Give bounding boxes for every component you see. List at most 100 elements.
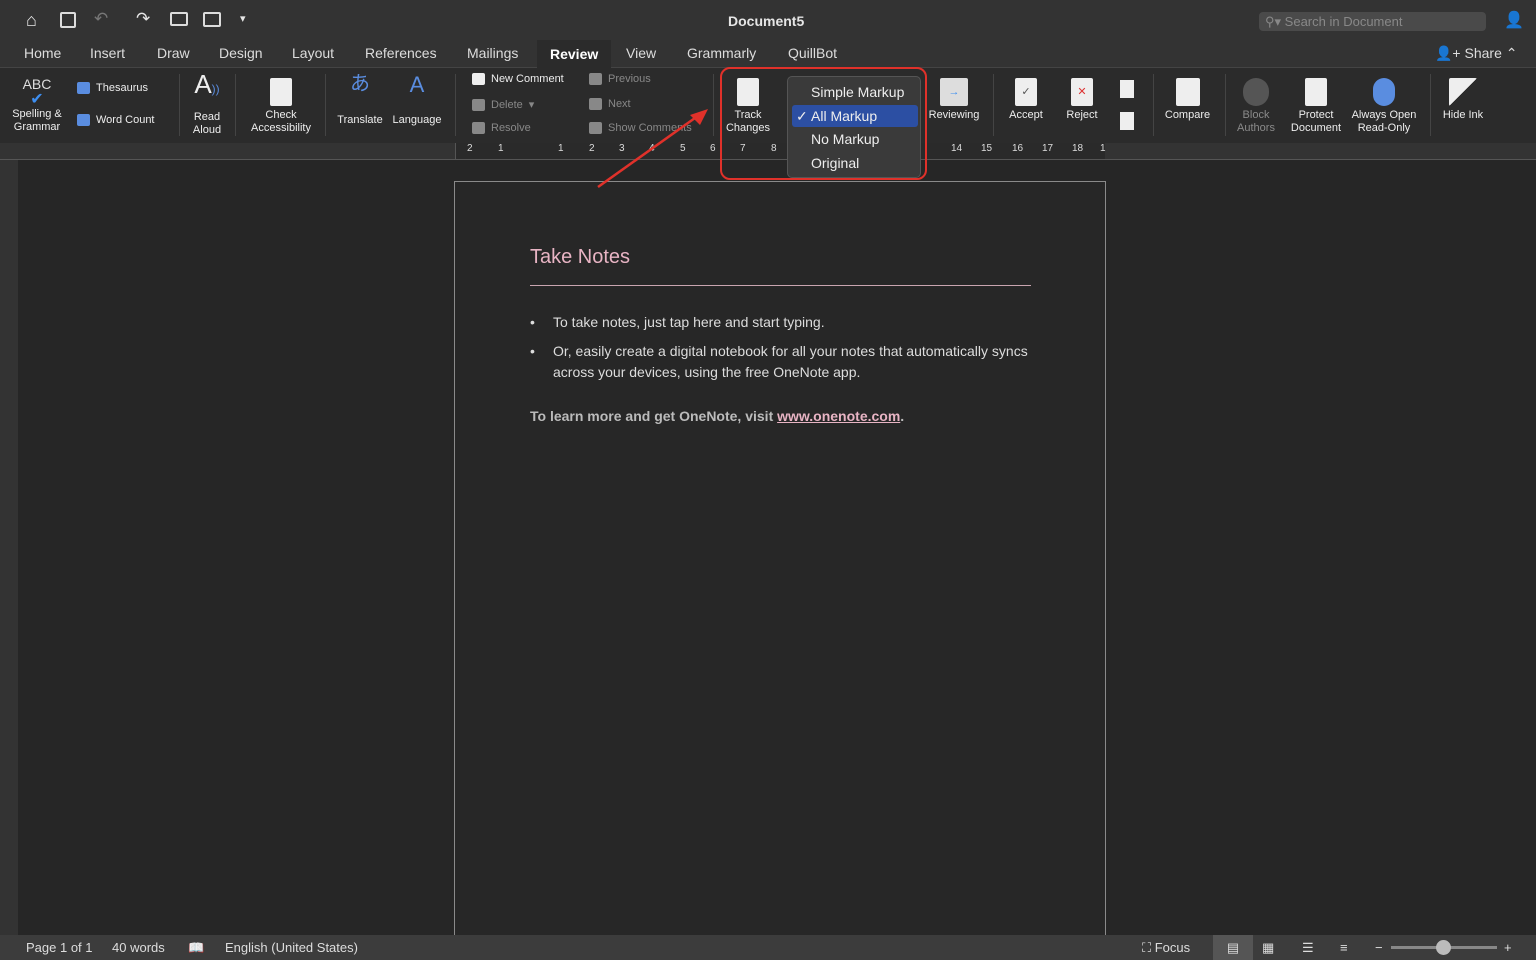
search-input[interactable]: ⚲▾ Search in Document xyxy=(1259,12,1486,31)
document-title: Document5 xyxy=(728,13,805,29)
document-page[interactable]: Take Notes • To take notes, just tap here… xyxy=(454,181,1106,941)
label: Block xyxy=(1242,109,1270,121)
resolve-button[interactable]: Resolve xyxy=(472,122,531,134)
onenote-link[interactable]: www.onenote.com xyxy=(777,408,900,424)
reject-icon: ✕ xyxy=(1071,78,1093,106)
previous-change-icon[interactable] xyxy=(1120,80,1134,98)
ruler-tick-label: 18 xyxy=(1072,143,1084,154)
label: Always Open xyxy=(1351,109,1417,121)
previous-icon xyxy=(589,73,602,85)
ruler-tick-label: 14 xyxy=(951,143,963,154)
divider xyxy=(455,74,456,136)
edit-icon[interactable] xyxy=(203,12,221,27)
ruler-tick-label: 16 xyxy=(1012,143,1024,154)
label: Read-Only xyxy=(1357,122,1411,134)
label: Spelling & xyxy=(12,108,62,120)
bullet-text: Or, easily create a digital notebook for… xyxy=(553,343,1028,380)
menu-item-simple-markup[interactable]: Simple Markup xyxy=(792,81,918,103)
tab-grammarly[interactable]: Grammarly xyxy=(687,45,756,61)
web-layout-icon[interactable]: ▦ xyxy=(1262,940,1274,956)
divider xyxy=(179,74,180,136)
label: Focus xyxy=(1154,940,1191,955)
arrow-annotation xyxy=(597,109,708,189)
redo-icon[interactable]: ↷ xyxy=(136,9,150,29)
read-only-icon xyxy=(1373,78,1395,106)
zoom-out-button[interactable]: − xyxy=(1375,940,1383,955)
previous-comment-button[interactable]: Previous xyxy=(589,73,651,85)
status-bar: Page 1 of 1 40 words 📖 English (United S… xyxy=(0,935,1536,960)
divider xyxy=(235,74,236,136)
reject-button[interactable]: ✕ Reject xyxy=(1060,78,1104,122)
zoom-in-button[interactable]: + xyxy=(1504,940,1512,955)
save-icon[interactable] xyxy=(60,12,76,28)
language-status[interactable]: English (United States) xyxy=(225,940,358,955)
divider xyxy=(993,74,994,136)
tab-layout[interactable]: Layout xyxy=(292,45,334,61)
menu-item-all-markup[interactable]: ✓ All Markup xyxy=(792,105,918,127)
share-button[interactable]: 👤+ Share ⌃ xyxy=(1435,45,1517,62)
home-icon[interactable]: ⌂ xyxy=(26,10,37,31)
language-button[interactable]: A Language xyxy=(390,74,444,127)
tab-review[interactable]: Review xyxy=(537,40,612,68)
zoom-slider[interactable] xyxy=(1391,940,1497,955)
divider xyxy=(325,74,326,136)
new-comment-button[interactable]: New Comment xyxy=(472,73,564,85)
thesaurus-icon xyxy=(77,82,90,94)
vertical-ruler[interactable] xyxy=(0,160,18,935)
tab-references[interactable]: References xyxy=(365,45,437,61)
profile-icon[interactable]: 👤 xyxy=(1504,10,1524,30)
read-aloud-button[interactable]: A)) Read Aloud xyxy=(186,69,228,137)
reviewing-button[interactable]: → Reviewing xyxy=(924,78,984,122)
menu-item-original[interactable]: Original xyxy=(792,152,918,174)
spelling-grammar-button[interactable]: ABC ✔ Spelling & Grammar xyxy=(6,77,68,134)
next-change-icon[interactable] xyxy=(1120,112,1134,130)
print-icon[interactable] xyxy=(170,12,188,26)
label: Compare xyxy=(1164,109,1211,121)
accept-button[interactable]: ✓ Accept xyxy=(1003,78,1049,122)
customize-toolbar-icon[interactable]: ▾ xyxy=(240,12,246,25)
tab-mailings[interactable]: Mailings xyxy=(467,45,518,61)
divider xyxy=(1430,74,1431,136)
delete-comment-button[interactable]: Delete ▾ xyxy=(472,98,534,111)
word-count[interactable]: 40 words xyxy=(112,940,165,955)
zoom-slider-thumb[interactable] xyxy=(1436,940,1451,955)
ruler-tick-label: 1 xyxy=(558,143,564,154)
tab-quillbot[interactable]: QuillBot xyxy=(788,45,837,61)
hide-ink-button[interactable]: Hide Ink xyxy=(1437,78,1489,122)
read-aloud-icon: A)) xyxy=(194,69,220,99)
check-accessibility-button[interactable]: Check Accessibility xyxy=(244,78,318,135)
compare-button[interactable]: Compare xyxy=(1160,78,1215,122)
tab-design[interactable]: Design xyxy=(219,45,263,61)
search-placeholder: Search in Document xyxy=(1284,14,1403,29)
tab-home[interactable]: Home xyxy=(24,45,61,61)
label: Reviewing xyxy=(928,109,980,121)
page-count[interactable]: Page 1 of 1 xyxy=(26,940,93,955)
ink-icon xyxy=(1449,78,1477,106)
menu-item-no-markup[interactable]: No Markup xyxy=(792,128,918,150)
focus-button[interactable]: ⛶ Focus xyxy=(1142,940,1190,956)
block-authors-button[interactable]: Block Authors xyxy=(1232,78,1280,135)
focus-icon: ⛶ xyxy=(1142,940,1155,955)
heading-rule xyxy=(530,285,1031,286)
onenote-paragraph: To learn more and get OneNote, visit www… xyxy=(530,408,904,424)
undo-icon[interactable]: ↶ xyxy=(94,9,108,29)
bullet-list: • To take notes, just tap here and start … xyxy=(530,312,1030,383)
proofing-icon[interactable]: 📖 xyxy=(188,940,204,956)
ruler-tick-label: 15 xyxy=(981,143,993,154)
word-count-button[interactable]: Word Count xyxy=(77,114,155,126)
tab-draw[interactable]: Draw xyxy=(157,45,190,61)
draft-view-icon[interactable]: ≡ xyxy=(1340,940,1348,955)
outline-view-icon[interactable]: ☰ xyxy=(1302,940,1314,956)
resolve-icon xyxy=(472,122,485,134)
label: Check xyxy=(265,109,297,121)
thesaurus-button[interactable]: Thesaurus xyxy=(77,82,148,94)
translate-button[interactable]: あ Translate xyxy=(333,74,387,127)
label: Delete xyxy=(491,98,523,111)
tab-insert[interactable]: Insert xyxy=(90,45,125,61)
print-layout-icon[interactable]: ▤ xyxy=(1213,935,1253,960)
tab-view[interactable]: View xyxy=(626,45,656,61)
protect-document-button[interactable]: Protect Document xyxy=(1286,78,1346,135)
label: Document xyxy=(1290,122,1342,134)
always-open-read-only-button[interactable]: Always Open Read-Only xyxy=(1348,78,1420,135)
reviewing-pane-icon: → xyxy=(940,78,968,106)
